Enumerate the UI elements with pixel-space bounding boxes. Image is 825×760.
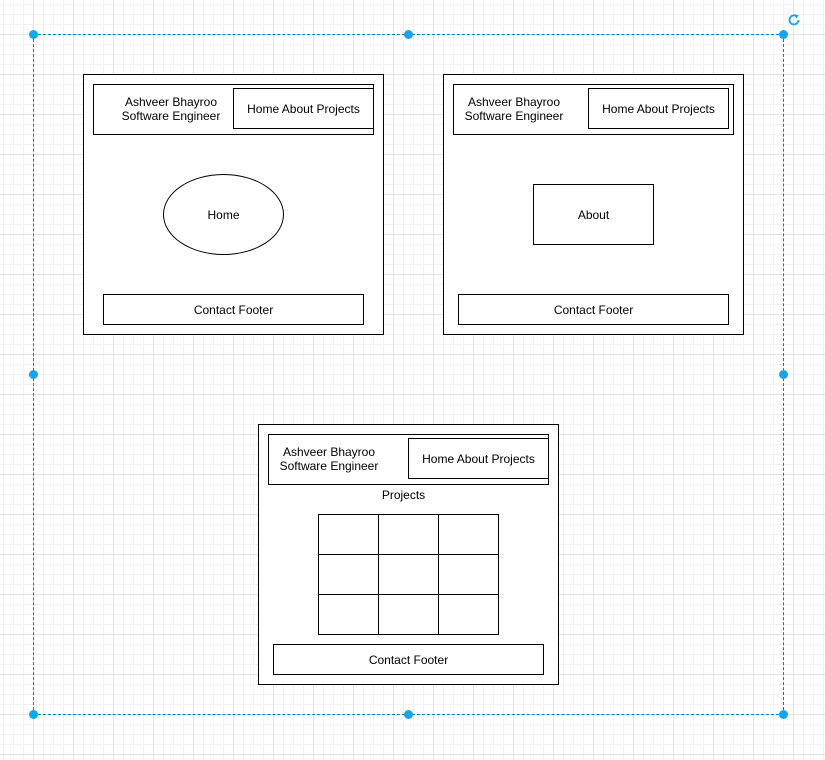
projects-grid-cell[interactable] xyxy=(438,554,499,595)
mockup-projects-grid[interactable] xyxy=(318,514,499,635)
mockup-home-footer-label: Contact Footer xyxy=(193,302,274,317)
resize-handle-bottom-right[interactable] xyxy=(779,710,788,719)
projects-grid-cell[interactable] xyxy=(438,594,499,635)
mockup-about-header-name: Ashveer Bhayroo xyxy=(467,95,561,109)
resize-handle-bottom-center[interactable] xyxy=(404,710,413,719)
mockup-home-header-name: Ashveer Bhayroo xyxy=(124,95,218,109)
mockup-about-nav-label: Home About Projects xyxy=(602,101,715,116)
mockup-projects-header[interactable]: Ashveer Bhayroo Software Engineer Home A… xyxy=(268,434,549,485)
projects-grid-cell[interactable] xyxy=(378,514,439,555)
resize-handle-top-left[interactable] xyxy=(29,30,38,39)
resize-handle-top-right[interactable] xyxy=(779,30,788,39)
projects-grid-cell[interactable] xyxy=(318,554,379,595)
mockup-about-header-role: Software Engineer xyxy=(464,109,564,123)
mockup-projects-footer[interactable]: Contact Footer xyxy=(273,644,544,675)
mockup-about-header[interactable]: Ashveer Bhayroo Software Engineer Home A… xyxy=(453,84,734,135)
mockup-about-nav[interactable]: Home About Projects xyxy=(588,88,729,129)
projects-grid-cell[interactable] xyxy=(378,594,439,635)
mockup-home-header-role: Software Engineer xyxy=(121,109,221,123)
resize-handle-middle-right[interactable] xyxy=(779,370,788,379)
projects-grid-cell[interactable] xyxy=(318,594,379,635)
mockup-about-content-label: About xyxy=(577,207,610,222)
mockup-projects-frame[interactable]: Ashveer Bhayroo Software Engineer Home A… xyxy=(258,424,559,685)
mockup-projects-header-role: Software Engineer xyxy=(279,459,379,473)
mockup-home-content-label: Home xyxy=(207,207,240,222)
mockup-projects-content-title: Projects xyxy=(353,487,454,503)
projects-grid-row xyxy=(318,594,499,635)
mockup-home-header-title: Ashveer Bhayroo Software Engineer xyxy=(102,91,240,127)
rotate-icon[interactable] xyxy=(786,12,802,28)
mockup-projects-header-title: Ashveer Bhayroo Software Engineer xyxy=(269,441,389,477)
mockup-home-frame[interactable]: Ashveer Bhayroo Software Engineer Home A… xyxy=(83,74,384,335)
mockup-about-frame[interactable]: Ashveer Bhayroo Software Engineer Home A… xyxy=(443,74,744,335)
mockup-about-content-box[interactable]: About xyxy=(533,184,654,245)
resize-handle-middle-left[interactable] xyxy=(29,370,38,379)
projects-grid-row xyxy=(318,554,499,595)
mockup-about-header-title: Ashveer Bhayroo Software Engineer xyxy=(454,91,574,127)
mockup-projects-header-name: Ashveer Bhayroo xyxy=(282,445,376,459)
mockup-home-nav[interactable]: Home About Projects xyxy=(233,88,374,129)
mockup-projects-footer-label: Contact Footer xyxy=(368,652,449,667)
mockup-projects-content-title-label: Projects xyxy=(381,488,426,502)
projects-grid-row xyxy=(318,514,499,555)
projects-grid-cell[interactable] xyxy=(378,554,439,595)
projects-grid-cell[interactable] xyxy=(318,514,379,555)
mockup-projects-nav[interactable]: Home About Projects xyxy=(408,438,549,479)
mockup-home-header[interactable]: Ashveer Bhayroo Software Engineer Home A… xyxy=(93,84,374,135)
mockup-projects-grid-wrap xyxy=(318,514,499,635)
mockup-home-footer[interactable]: Contact Footer xyxy=(103,294,364,325)
mockup-home-content-ellipse[interactable]: Home xyxy=(163,174,284,255)
mockup-home-nav-label: Home About Projects xyxy=(247,101,360,116)
mockup-projects-nav-label: Home About Projects xyxy=(422,451,535,466)
resize-handle-top-center[interactable] xyxy=(404,30,413,39)
resize-handle-bottom-left[interactable] xyxy=(29,710,38,719)
projects-grid-cell[interactable] xyxy=(438,514,499,555)
mockup-about-footer[interactable]: Contact Footer xyxy=(458,294,729,325)
mockup-about-footer-label: Contact Footer xyxy=(553,302,634,317)
